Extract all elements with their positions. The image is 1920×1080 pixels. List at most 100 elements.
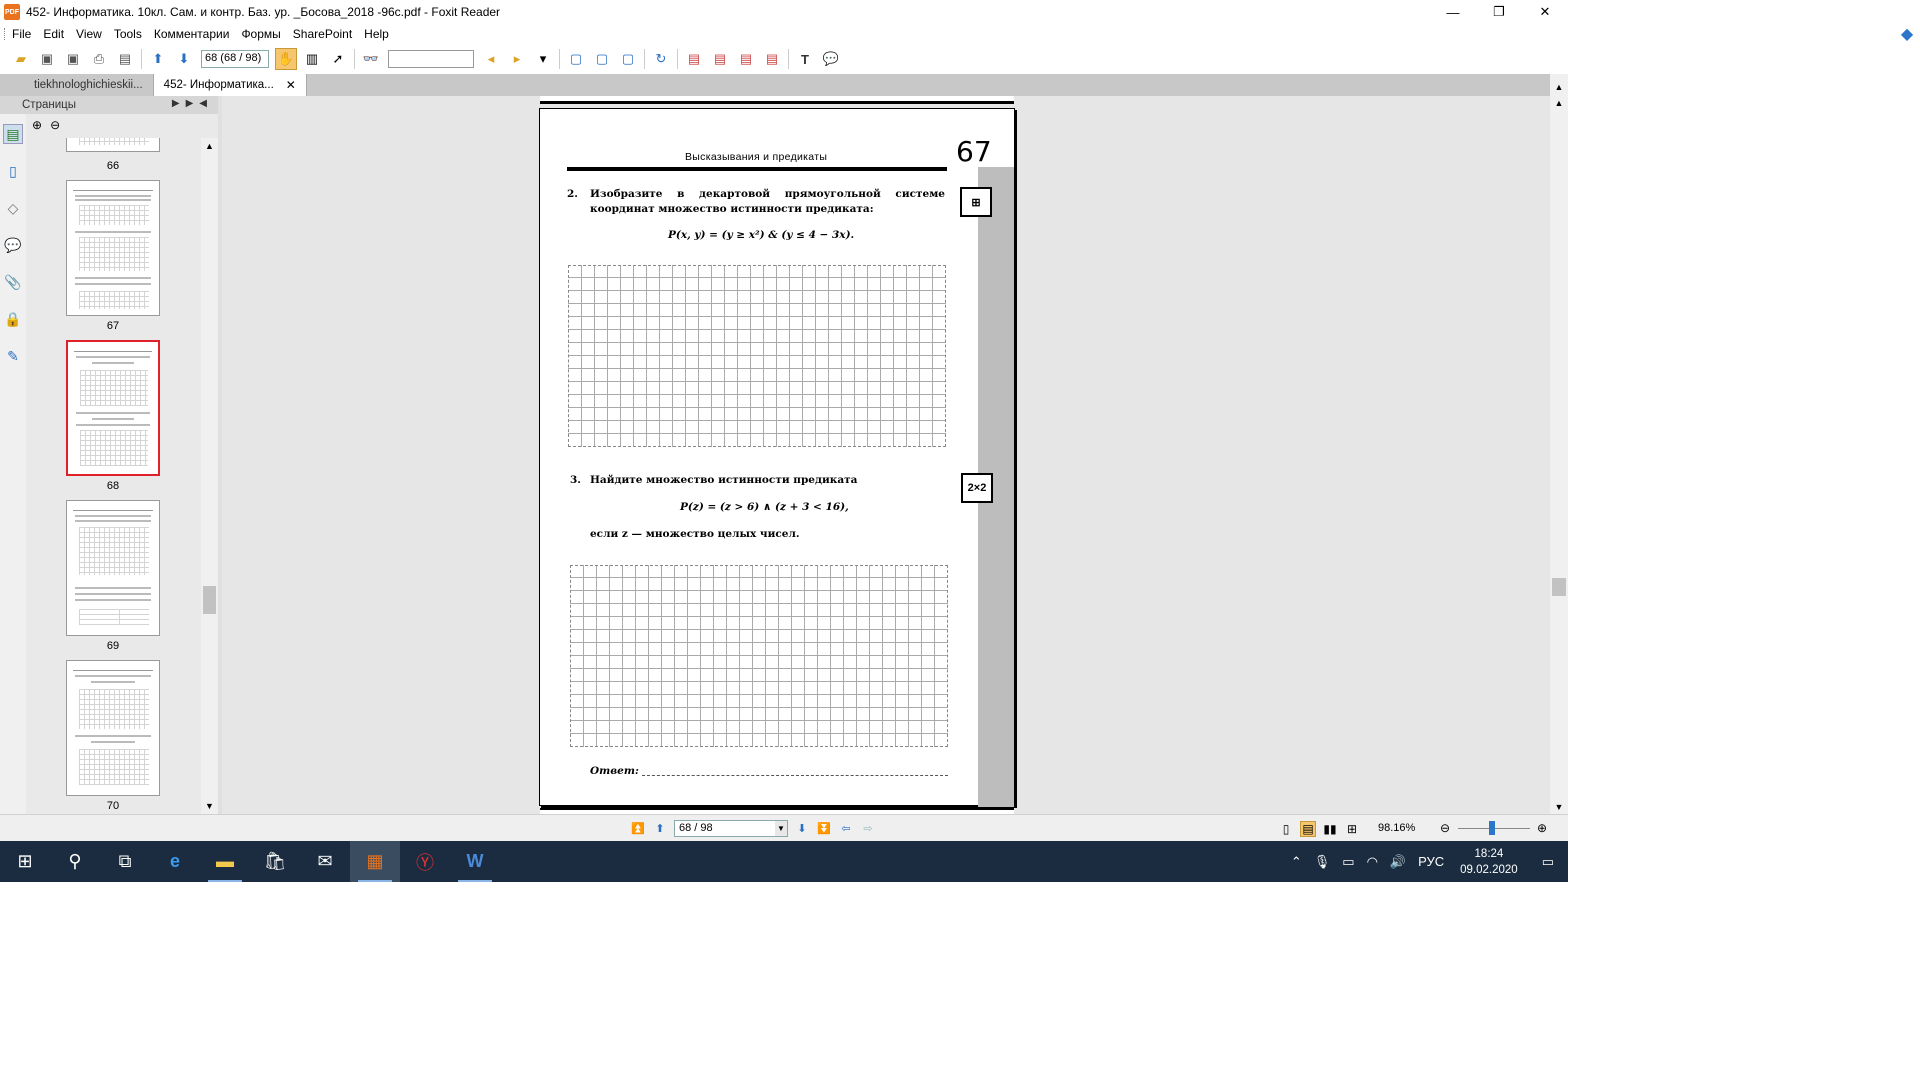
zoom-slider-knob[interactable] xyxy=(1489,821,1495,835)
save-icon[interactable]: ▣ xyxy=(36,48,58,70)
task-view-icon[interactable]: ⧉ xyxy=(100,841,150,882)
previous-page-icon[interactable]: ⬆ xyxy=(147,48,169,70)
language-indicator[interactable]: РУС xyxy=(1412,854,1450,869)
hand-tool-icon[interactable]: ✋ xyxy=(275,48,297,70)
menu-forms[interactable]: Формы xyxy=(235,27,286,41)
scroll-down-icon[interactable]: ▼ xyxy=(201,798,218,814)
menu-comments[interactable]: Комментарии xyxy=(148,27,236,41)
actual-size-icon[interactable]: ▢ xyxy=(565,48,587,70)
search-input[interactable] xyxy=(388,50,474,68)
file-explorer-icon[interactable]: ▬ xyxy=(200,841,250,882)
scrollbar-thumb[interactable] xyxy=(203,586,216,614)
find-previous-icon[interactable]: ◂ xyxy=(480,48,502,70)
search-icon[interactable]: ⚲ xyxy=(50,841,100,882)
scan-pdf-icon[interactable]: ▤ xyxy=(761,48,783,70)
battery-icon[interactable]: ▭ xyxy=(1336,854,1360,870)
store-icon[interactable]: 🛍 xyxy=(250,841,300,882)
edge-browser-icon[interactable]: e xyxy=(150,841,200,882)
print-icon[interactable]: ⎙ xyxy=(88,48,110,70)
expand-panel-icon[interactable]: ▶▶ xyxy=(172,98,199,109)
notifications-icon[interactable]: ▭ xyxy=(1528,854,1568,870)
typewriter-icon[interactable]: T xyxy=(794,48,816,70)
status-page-input[interactable]: 68 / 98 ▼ xyxy=(674,820,788,837)
go-forward-icon[interactable]: ⇨ xyxy=(860,821,876,837)
yandex-browser-icon[interactable]: Ⓨ xyxy=(400,841,450,882)
screenshot-icon[interactable]: ▤ xyxy=(114,48,136,70)
microphone-icon[interactable]: 🎙 xyxy=(1308,854,1337,870)
page-thumbnail[interactable] xyxy=(66,180,160,316)
mail-icon[interactable]: ✉ xyxy=(300,841,350,882)
create-pdf-icon[interactable]: ▤ xyxy=(683,48,705,70)
fit-width-icon[interactable]: ▢ xyxy=(617,48,639,70)
tab-tiekhnologhichieskii[interactable]: tiekhnologhichieskii... xyxy=(24,74,154,96)
security-lock-icon[interactable]: 🔒 xyxy=(3,309,23,329)
continuous-page-icon[interactable]: ▤ xyxy=(1300,821,1316,837)
menu-file[interactable]: File xyxy=(6,27,37,41)
clock[interactable]: 18:24 09.02.2020 xyxy=(1450,846,1528,878)
scrollbar-thumb[interactable] xyxy=(1552,578,1566,596)
zoom-in-icon[interactable]: ⊕ xyxy=(1537,821,1547,835)
chevron-up-icon[interactable]: ⌃ xyxy=(1285,854,1308,870)
previous-page-icon[interactable]: ⬆ xyxy=(652,821,668,837)
pages-icon[interactable]: ▤ xyxy=(3,124,23,144)
comments-icon[interactable]: 💬 xyxy=(3,235,23,255)
menu-edit[interactable]: Edit xyxy=(37,27,70,41)
scroll-up-icon[interactable]: ▲ xyxy=(201,138,218,154)
select-text-icon[interactable]: ▥ xyxy=(301,48,323,70)
find-binoculars-icon[interactable]: 👓 xyxy=(360,48,382,70)
start-windows-icon[interactable]: ⊞ xyxy=(0,841,50,882)
zoom-out-icon[interactable]: ⊖ xyxy=(1440,821,1450,835)
select-arrow-icon[interactable]: ➚ xyxy=(327,48,349,70)
chevron-down-icon[interactable]: ▼ xyxy=(775,821,787,836)
single-page-icon[interactable]: ▯ xyxy=(1278,821,1294,837)
page-thumbnail[interactable] xyxy=(66,138,160,152)
search-options-icon[interactable]: ▾ xyxy=(532,48,554,70)
document-scrollbar[interactable]: ▲ ▲ ▼ xyxy=(1550,74,1568,814)
enlarge-thumbnail-icon[interactable]: ⊕ xyxy=(32,118,42,132)
restore-button[interactable]: ❐ xyxy=(1476,0,1522,24)
fit-page-icon[interactable]: ▢ xyxy=(591,48,613,70)
find-next-icon[interactable]: ▸ xyxy=(506,48,528,70)
next-page-icon[interactable]: ⬇ xyxy=(794,821,810,837)
thumbnail-scrollbar[interactable]: ▲ ▼ xyxy=(201,138,218,814)
go-back-icon[interactable]: ⇦ xyxy=(838,821,854,837)
zoom-level[interactable]: 98.16% xyxy=(1378,822,1415,834)
next-page-icon[interactable]: ⬇ xyxy=(173,48,195,70)
last-page-icon[interactable]: ⏬ xyxy=(816,821,832,837)
menu-tools[interactable]: Tools xyxy=(108,27,148,41)
close-window-button[interactable]: ✕ xyxy=(1522,0,1568,24)
tab-informatika[interactable]: 452- Информатика... ✕ xyxy=(153,74,307,96)
close-tab-icon[interactable]: ✕ xyxy=(286,78,296,92)
continuous-facing-icon[interactable]: ⊞ xyxy=(1344,821,1360,837)
scroll-up-icon[interactable]: ▲ xyxy=(1550,96,1568,110)
save-as-icon[interactable]: ▣ xyxy=(62,48,84,70)
export-pdf-icon[interactable]: ▤ xyxy=(709,48,731,70)
layers-icon[interactable]: ◇ xyxy=(3,198,23,218)
page-thumbnail-selected[interactable] xyxy=(66,340,160,476)
bookmarks-icon[interactable]: ▯ xyxy=(3,161,23,181)
page-thumbnail[interactable] xyxy=(66,500,160,636)
menu-help[interactable]: Help xyxy=(358,27,395,41)
reduce-thumbnail-icon[interactable]: ⊖ xyxy=(50,118,60,132)
page-number-input[interactable]: 68 (68 / 98) xyxy=(201,50,269,68)
menu-view[interactable]: View xyxy=(70,27,108,41)
attachments-icon[interactable]: 📎 xyxy=(3,272,23,292)
open-icon[interactable]: ▰ xyxy=(10,48,32,70)
first-page-icon[interactable]: ⏫ xyxy=(630,821,646,837)
document-view[interactable]: Высказывания и предикаты 67 2. Изобразит… xyxy=(222,96,1550,814)
scroll-down-icon[interactable]: ▼ xyxy=(1550,800,1568,814)
signatures-icon[interactable]: ✎ xyxy=(3,346,23,366)
minimize-button[interactable]: — xyxy=(1430,0,1476,24)
rotate-view-icon[interactable]: ↻ xyxy=(650,48,672,70)
word-icon[interactable]: W xyxy=(450,841,500,882)
page-thumbnail[interactable] xyxy=(66,660,160,796)
scroll-up-icon[interactable]: ▲ xyxy=(1550,80,1568,94)
collapse-panel-icon[interactable]: ◀ xyxy=(199,98,213,109)
volume-icon[interactable]: 🔊 xyxy=(1384,854,1412,870)
foxit-taskbar-icon[interactable]: ▦ xyxy=(350,841,400,882)
facing-pages-icon[interactable]: ▮▮ xyxy=(1322,821,1338,837)
menu-sharepoint[interactable]: SharePoint xyxy=(287,27,358,41)
note-comment-icon[interactable]: 💬 xyxy=(820,48,842,70)
wifi-icon[interactable]: ◠ xyxy=(1361,854,1384,870)
combine-pdf-icon[interactable]: ▤ xyxy=(735,48,757,70)
